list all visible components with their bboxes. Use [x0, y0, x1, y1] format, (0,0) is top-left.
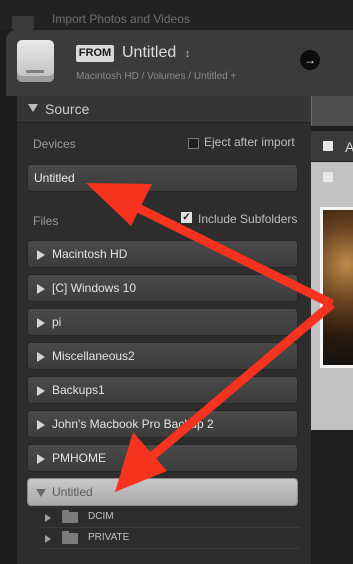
expand-triangle-icon[interactable] — [37, 420, 45, 430]
volume-row[interactable]: Backups1 — [27, 376, 298, 404]
next-arrow-icon[interactable]: → — [300, 50, 320, 70]
volume-label: Untitled — [52, 485, 93, 499]
volume-row[interactable]: Macintosh HD — [27, 240, 298, 268]
divider — [38, 548, 300, 549]
source-name: Untitled — [122, 44, 177, 61]
include-subfolders-label: Include Subfolders — [198, 212, 298, 226]
volume-row[interactable]: PMHOME — [27, 444, 298, 472]
window-title: Import Photos and Videos — [52, 12, 190, 26]
expand-triangle-icon[interactable] — [37, 284, 45, 294]
expand-triangle-icon[interactable] — [37, 352, 45, 362]
expand-triangle-icon[interactable] — [37, 454, 45, 464]
folder-row[interactable]: DCIM — [45, 509, 298, 527]
from-badge: FROM — [76, 45, 114, 62]
volume-label: Macintosh HD — [52, 247, 128, 261]
device-untitled[interactable]: Untitled — [27, 164, 298, 192]
import-icon — [12, 16, 34, 30]
folder-icon — [62, 510, 78, 523]
drive-icon[interactable] — [17, 40, 54, 82]
volume-label: Miscellaneous2 — [52, 349, 135, 363]
grid-toolbar — [311, 96, 353, 126]
volume-label: John's Macbook Pro Backup 2 — [52, 417, 214, 431]
checkmark-icon: ✓ — [182, 212, 191, 223]
expand-triangle-icon[interactable] — [45, 514, 51, 522]
expand-triangle-icon[interactable] — [45, 535, 51, 543]
folder-row[interactable]: PRIVATE — [45, 530, 298, 548]
volume-row-selected[interactable]: Untitled — [27, 478, 298, 506]
photo-thumbnail[interactable] — [323, 210, 353, 365]
divider — [38, 527, 300, 528]
folder-label: PRIVATE — [88, 532, 130, 543]
check-all-checkbox[interactable] — [323, 141, 333, 151]
volume-row[interactable]: pi — [27, 308, 298, 336]
expand-triangle-icon[interactable] — [37, 250, 45, 260]
expand-triangle-icon[interactable] — [37, 318, 45, 328]
source-path: Macintosh HD / Volumes / Untitled + — [76, 71, 237, 82]
files-label: Files — [33, 214, 59, 228]
volume-label: Backups1 — [52, 383, 105, 397]
eject-label: Eject after import — [204, 135, 295, 149]
volume-row[interactable]: [C] Windows 10 — [27, 274, 298, 302]
source-selector[interactable]: Untitled ↕ — [122, 44, 190, 62]
volume-label: [C] Windows 10 — [52, 281, 137, 295]
volume-row[interactable]: Miscellaneous2 — [27, 342, 298, 370]
include-subfolders-checkbox[interactable]: ✓ — [181, 212, 192, 223]
source-caret-icon: ↕ — [184, 48, 191, 60]
devices-label: Devices — [33, 137, 76, 151]
thumbnail-checkbox[interactable] — [323, 172, 333, 182]
volume-label: PMHOME — [52, 451, 106, 465]
device-label: Untitled — [34, 171, 75, 185]
collapse-triangle-icon[interactable] — [28, 104, 38, 112]
volume-label: pi — [52, 315, 62, 329]
folder-icon — [62, 531, 78, 544]
source-section-title: Source — [45, 101, 90, 117]
eject-checkbox[interactable] — [188, 138, 199, 149]
volume-row[interactable]: John's Macbook Pro Backup 2 — [27, 410, 298, 438]
drive-slot — [26, 70, 44, 73]
collapse-triangle-icon[interactable] — [36, 489, 46, 497]
folder-label: DCIM — [88, 511, 114, 522]
expand-triangle-icon[interactable] — [37, 386, 45, 396]
grid-header-label: A — [345, 139, 353, 155]
